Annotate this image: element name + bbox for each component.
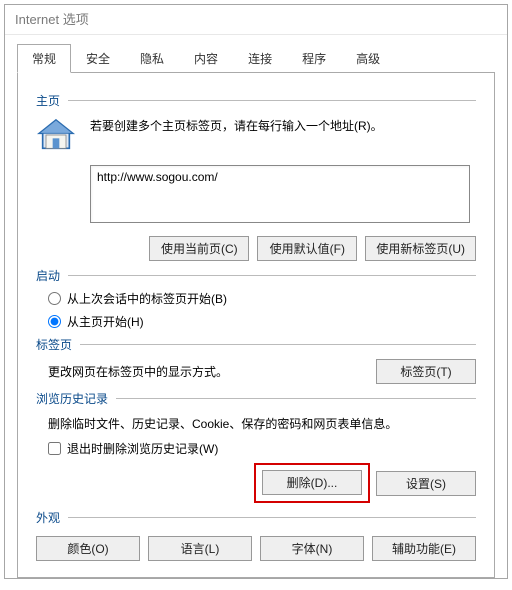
section-label-appearance: 外观 xyxy=(36,509,60,526)
check-delete-on-exit-label: 退出时删除浏览历史记录(W) xyxy=(67,440,218,457)
accessibility-button[interactable]: 辅助功能(E) xyxy=(372,536,476,561)
tab-panel-general: 主页 若要创建多个主页标签页，请在每行输入一个地址(R)。 使用当前页(C) 使… xyxy=(17,72,495,578)
internet-options-dialog: Internet 选项 常规 安全 隐私 内容 连接 程序 高级 主页 xyxy=(4,4,508,579)
window-title: Internet 选项 xyxy=(15,12,89,27)
section-label-history: 浏览历史记录 xyxy=(36,390,108,407)
divider xyxy=(68,100,476,101)
use-default-button[interactable]: 使用默认值(F) xyxy=(257,236,357,261)
fonts-button[interactable]: 字体(N) xyxy=(260,536,364,561)
radio-homepage-label: 从主页开始(H) xyxy=(67,313,144,330)
section-startup: 启动 xyxy=(36,267,476,284)
section-label-startup: 启动 xyxy=(36,267,60,284)
home-hint: 若要创建多个主页标签页，请在每行输入一个地址(R)。 xyxy=(90,117,383,134)
section-label-tabs: 标签页 xyxy=(36,336,72,353)
radio-last-session[interactable]: 从上次会话中的标签页开始(B) xyxy=(48,290,476,307)
tab-content[interactable]: 内容 xyxy=(179,44,233,72)
tab-strip: 常规 安全 隐私 内容 连接 程序 高级 xyxy=(17,44,495,73)
divider xyxy=(68,275,476,276)
homepage-url-input[interactable] xyxy=(90,165,470,223)
section-history: 浏览历史记录 xyxy=(36,390,476,407)
delete-history-button[interactable]: 删除(D)... xyxy=(262,470,362,495)
tab-privacy[interactable]: 隐私 xyxy=(125,44,179,72)
tabs-row: 更改网页在标签页中的显示方式。 标签页(T) xyxy=(48,359,476,384)
tabs-desc: 更改网页在标签页中的显示方式。 xyxy=(48,363,228,380)
colors-button[interactable]: 颜色(O) xyxy=(36,536,140,561)
appearance-buttons: 颜色(O) 语言(L) 字体(N) 辅助功能(E) xyxy=(36,536,476,561)
section-label-home: 主页 xyxy=(36,92,60,109)
history-settings-button[interactable]: 设置(S) xyxy=(376,471,476,496)
tab-general[interactable]: 常规 xyxy=(17,44,71,73)
tab-security[interactable]: 安全 xyxy=(71,44,125,72)
section-appearance: 外观 xyxy=(36,509,476,526)
section-tabs: 标签页 xyxy=(36,336,476,353)
tab-programs[interactable]: 程序 xyxy=(287,44,341,72)
delete-highlight-box: 删除(D)... xyxy=(254,463,370,503)
tab-connections[interactable]: 连接 xyxy=(233,44,287,72)
dialog-body: 常规 安全 隐私 内容 连接 程序 高级 主页 若要创建多个主页标签页，请 xyxy=(5,35,507,586)
use-newtab-button[interactable]: 使用新标签页(U) xyxy=(365,236,476,261)
radio-last-session-label: 从上次会话中的标签页开始(B) xyxy=(67,290,227,307)
divider xyxy=(116,398,476,399)
check-delete-on-exit-input[interactable] xyxy=(48,442,61,455)
tab-advanced[interactable]: 高级 xyxy=(341,44,395,72)
homepage-buttons: 使用当前页(C) 使用默认值(F) 使用新标签页(U) xyxy=(36,236,476,261)
divider xyxy=(68,517,476,518)
radio-last-session-input[interactable] xyxy=(48,292,61,305)
home-row: 若要创建多个主页标签页，请在每行输入一个地址(R)。 xyxy=(36,113,476,155)
history-desc: 删除临时文件、历史记录、Cookie、保存的密码和网页表单信息。 xyxy=(48,415,476,432)
use-current-button[interactable]: 使用当前页(C) xyxy=(149,236,249,261)
homepage-url-box xyxy=(90,165,470,226)
section-home: 主页 xyxy=(36,92,476,109)
radio-homepage-input[interactable] xyxy=(48,315,61,328)
divider xyxy=(80,344,476,345)
tabs-settings-button[interactable]: 标签页(T) xyxy=(376,359,476,384)
history-buttons: 删除(D)... 设置(S) xyxy=(36,463,476,503)
radio-homepage[interactable]: 从主页开始(H) xyxy=(48,313,476,330)
titlebar: Internet 选项 xyxy=(5,5,507,35)
home-icon xyxy=(36,115,76,155)
check-delete-on-exit[interactable]: 退出时删除浏览历史记录(W) xyxy=(48,440,476,457)
languages-button[interactable]: 语言(L) xyxy=(148,536,252,561)
